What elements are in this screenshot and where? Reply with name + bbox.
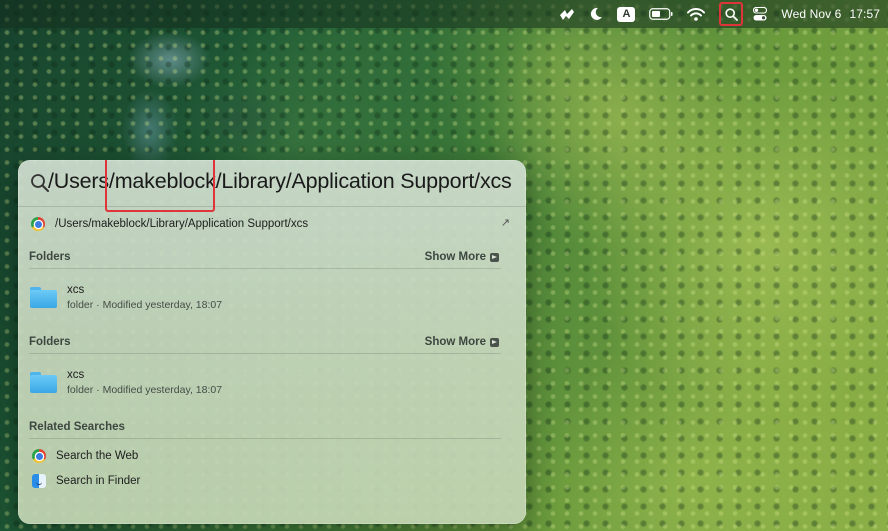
top-hit-row[interactable]: /Users/makeblock/Library/Application Sup… (28, 213, 516, 235)
chrome-icon (32, 449, 46, 463)
spotlight-search-bar[interactable]: /Users/makeblock/Library/Application Sup… (18, 160, 526, 212)
result-subtitle: folder · Modified yesterday, 18:07 (67, 384, 223, 396)
section-header-related: Related Searches (29, 418, 501, 439)
result-name: xcs (67, 284, 85, 296)
related-item-label: Search the Web (56, 450, 139, 462)
show-more-icon (490, 337, 499, 347)
section-header-folders: Folders Show More (29, 333, 501, 354)
input-source-label: A (617, 6, 636, 22)
folder-icon (30, 287, 57, 308)
section-title: Folders (29, 336, 71, 348)
rocket-icon[interactable] (559, 0, 575, 28)
input-source-icon[interactable]: A (617, 0, 636, 28)
annotation-highlight-box (105, 160, 215, 212)
finder-icon (32, 474, 46, 488)
search-web-item[interactable]: Search the Web (29, 446, 501, 466)
list-item[interactable]: xcs folder · Modified yesterday, 18:07 (29, 365, 501, 401)
folder-icon (30, 372, 57, 393)
related-item-label: Search in Finder (56, 475, 141, 487)
top-hit-label: /Users/makeblock/Library/Application Sup… (55, 218, 309, 230)
show-more-label: Show More (424, 336, 486, 348)
result-subtitle: folder · Modified yesterday, 18:07 (67, 299, 223, 311)
show-more-icon (490, 252, 499, 262)
section-title: Folders (29, 251, 71, 263)
list-item[interactable]: xcs folder · Modified yesterday, 18:07 (29, 280, 501, 316)
chrome-icon (31, 217, 45, 231)
open-arrow-icon[interactable]: ↗ (501, 216, 510, 229)
show-more-button[interactable]: Show More (425, 251, 499, 263)
menu-date: Wed Nov 6 (781, 7, 842, 21)
section-header-folders: Folders Show More (29, 248, 501, 269)
menu-time: 17:57 (849, 7, 880, 21)
spotlight-panel: /Users/makeblock/Library/Application Sup… (18, 160, 526, 524)
search-finder-item[interactable]: Search in Finder (29, 471, 501, 491)
battery-icon[interactable] (649, 0, 673, 28)
search-icon (31, 174, 49, 192)
result-name: xcs (67, 369, 85, 381)
menu-clock[interactable]: Wed Nov 6 17:57 (781, 0, 880, 28)
show-more-label: Show More (424, 251, 486, 263)
control-center-icon[interactable] (753, 0, 768, 28)
section-title: Related Searches (29, 421, 125, 433)
show-more-button[interactable]: Show More (425, 336, 499, 348)
moon-icon[interactable] (589, 0, 603, 28)
wifi-icon[interactable] (687, 0, 706, 28)
spotlight-icon[interactable] (719, 2, 744, 26)
menu-bar: A Wed Nov 6 17:57 (0, 0, 888, 28)
